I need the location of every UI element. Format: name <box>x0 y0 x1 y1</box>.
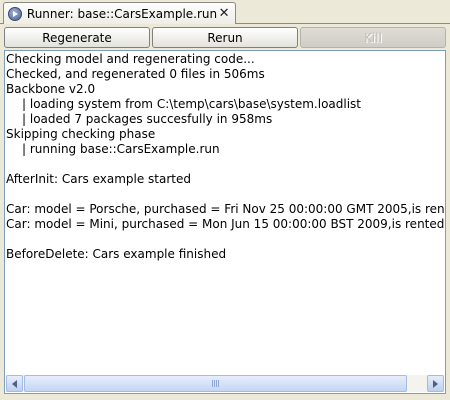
regenerate-button-label: Regenerate <box>42 30 112 45</box>
console-line: Checked, and regenerated 0 files in 506m… <box>6 67 265 81</box>
grip-icon <box>211 380 220 387</box>
toolbar: Regenerate Rerun Kill <box>4 27 446 49</box>
arrow-right-icon <box>433 379 438 388</box>
console-line: AfterInit: Cars example started <box>6 172 192 186</box>
scrollbar-thumb[interactable] <box>24 375 407 392</box>
console-line: BeforeDelete: Cars example finished <box>6 247 227 261</box>
console-line: Skipping checking phase <box>6 127 156 141</box>
console-line: | running base::CarsExample.run <box>22 142 220 156</box>
scroll-right-button[interactable] <box>427 375 444 392</box>
rerun-button[interactable]: Rerun <box>152 27 298 48</box>
arrow-left-icon <box>12 379 17 388</box>
kill-button-label: Kill <box>364 30 382 45</box>
console-line: Checking model and regenerating code... <box>6 52 255 66</box>
horizontal-scrollbar[interactable] <box>6 375 444 392</box>
console-line: Car: model = Porsche, purchased = Fri No… <box>6 202 444 216</box>
console-line: | loaded 7 packages succesfully in 958ms <box>22 112 273 126</box>
regenerate-button[interactable]: Regenerate <box>4 27 150 48</box>
tab-runner[interactable]: Runner: base::CarsExample.run ✕ <box>3 2 236 24</box>
console-line: Car: model = Mini, purchased = Mon Jun 1… <box>6 217 444 231</box>
console-line: | loading system from C:\temp\cars\base\… <box>22 97 362 111</box>
console-output[interactable]: Checking model and regenerating code... … <box>4 50 446 394</box>
scroll-left-button[interactable] <box>6 375 23 392</box>
close-icon[interactable]: ✕ <box>217 7 231 21</box>
tab-strip: Runner: base::CarsExample.run ✕ <box>0 0 450 24</box>
tab-title: Runner: base::CarsExample.run <box>26 6 218 21</box>
runner-window: Runner: base::CarsExample.run ✕ Regenera… <box>0 0 450 400</box>
kill-button: Kill <box>300 27 446 48</box>
console-lines: Checking model and regenerating code... … <box>6 52 444 374</box>
console-line: Backbone v2.0 <box>6 82 96 96</box>
run-icon <box>8 6 22 21</box>
rerun-button-label: Rerun <box>207 30 243 45</box>
